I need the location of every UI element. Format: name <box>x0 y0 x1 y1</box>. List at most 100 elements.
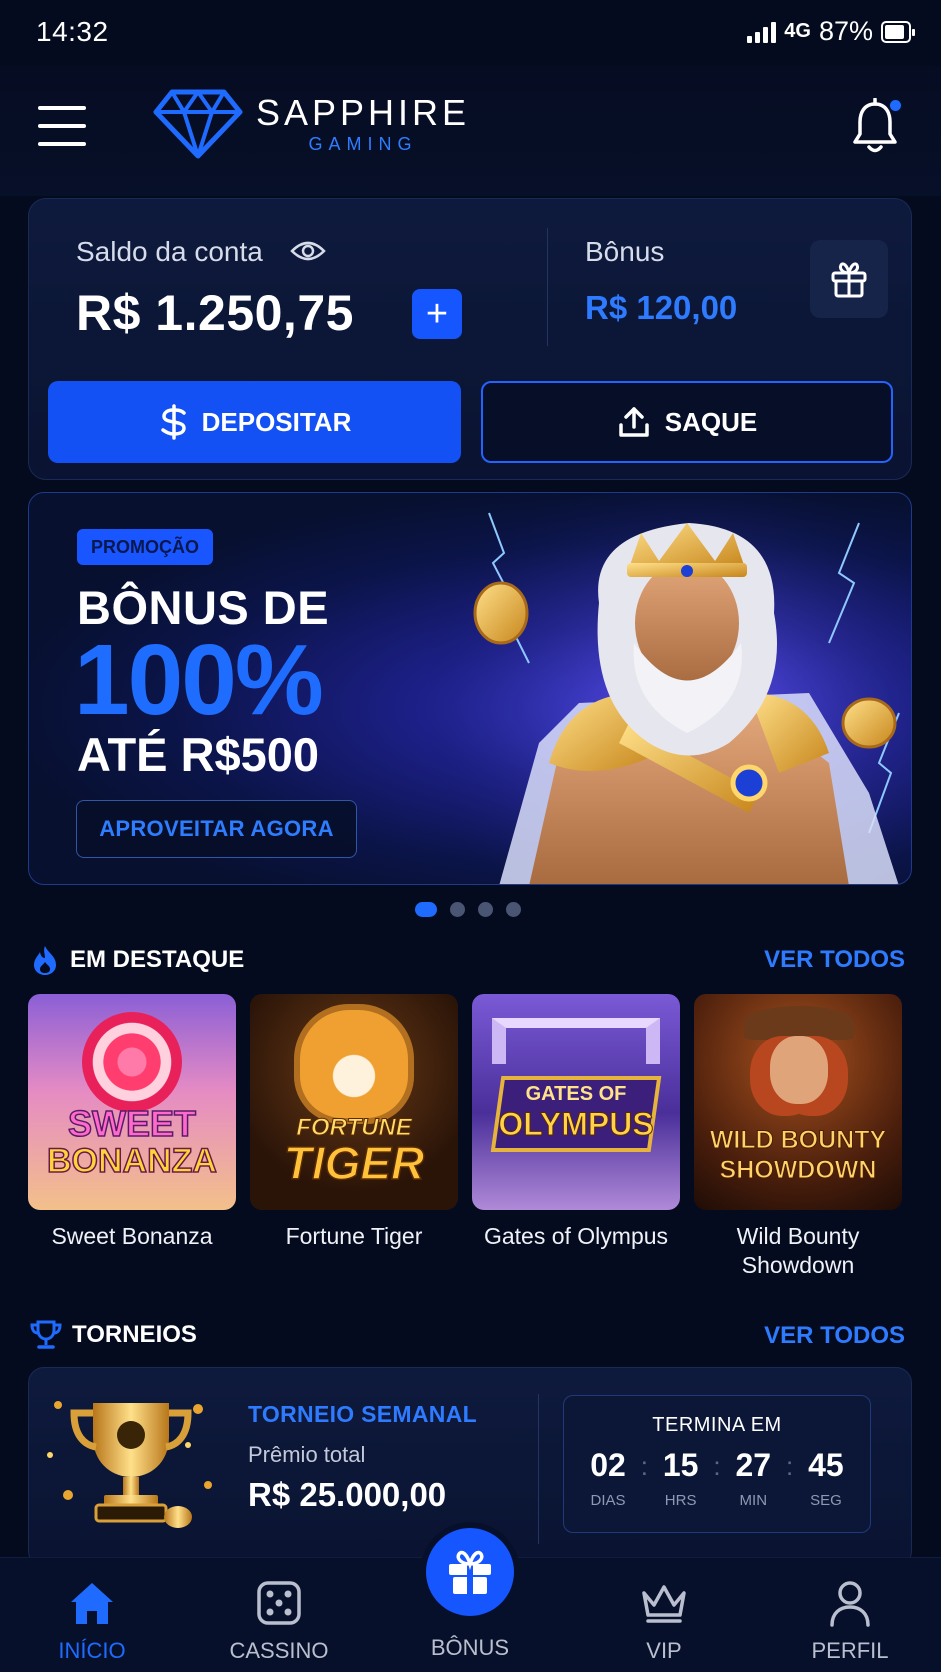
menu-icon[interactable] <box>38 106 86 146</box>
tiger-graphic <box>294 1004 414 1124</box>
tournaments-see-all-link[interactable]: VER TODOS <box>764 1322 905 1350</box>
trophy-illustration <box>47 1401 212 1528</box>
countdown-value: 15 <box>662 1447 699 1483</box>
app-header <box>0 66 941 196</box>
game-name: Fortune Tiger <box>285 1223 423 1249</box>
deposit-button[interactable]: DEPOSITAR <box>48 381 461 463</box>
nav-vip[interactable]: VIP <box>594 1578 734 1664</box>
balance-label: Saldo da conta <box>76 236 263 267</box>
game-card-wild-bounty-showdown[interactable]: WILD BOUNTY SHOWDOWN Wild Bounty Showdow… <box>694 994 902 1280</box>
countdown-hours: 15 HRS <box>653 1447 709 1509</box>
tournament-name: TORNEIO SEMANAL <box>248 1401 477 1427</box>
countdown-value: 02 <box>590 1447 626 1483</box>
game-thumbnail: SWEET BONANZA <box>28 994 236 1210</box>
countdown-days: 02 DIAS <box>580 1447 636 1509</box>
balance-value: R$ 1.250,75 <box>76 285 354 341</box>
countdown-title: TERMINA EM <box>652 1414 782 1436</box>
trophy-icon <box>30 1320 62 1349</box>
nav-profile[interactable]: PERFIL <box>780 1578 920 1664</box>
temple-graphic <box>492 1018 660 1064</box>
featured-title: EM DESTAQUE <box>70 946 245 973</box>
countdown-unit: SEG <box>810 1492 842 1509</box>
carousel-dot[interactable] <box>506 902 521 917</box>
game-name: Gates of Olympus <box>483 1223 669 1249</box>
thumb-title: SWEET <box>67 1103 197 1144</box>
brand-name: SAPPHIRE <box>256 92 471 133</box>
featured-header: EM DESTAQUE <box>30 944 244 976</box>
balance-divider <box>547 228 548 346</box>
carousel-dot[interactable] <box>415 902 437 917</box>
home-icon <box>71 1583 113 1624</box>
game-name: Sweet Bonanza <box>51 1223 213 1249</box>
promo-tag: PROMOÇÃO <box>77 529 213 565</box>
brand-subtitle: GAMING <box>308 134 418 154</box>
crown-icon <box>642 1585 686 1623</box>
bonus-label: Bônus <box>585 236 665 267</box>
diamond-icon <box>153 89 243 159</box>
game-thumbnail: GATES OF OLYMPUS <box>472 994 680 1210</box>
nav-home[interactable]: INÍCIO <box>22 1578 162 1664</box>
game-card-gates-of-olympus[interactable]: GATES OF OLYMPUS Gates of Olympus <box>472 994 680 1251</box>
featured-see-all-link[interactable]: VER TODOS <box>764 946 905 974</box>
thumb-title: SHOWDOWN <box>719 1156 877 1184</box>
carousel-dot[interactable] <box>450 902 465 917</box>
countdown-timer: 02 DIAS : 15 HRS : 27 MIN : 45 SEG <box>580 1447 854 1509</box>
tournament-prize-label: Prêmio total <box>248 1442 366 1467</box>
zeus-illustration <box>429 493 911 884</box>
add-funds-button[interactable]: + <box>412 289 462 339</box>
game-thumbnail: WILD BOUNTY SHOWDOWN <box>694 994 902 1210</box>
bonus-fab-button[interactable] <box>420 1522 520 1622</box>
gift-icon <box>831 262 867 298</box>
game-card-sweet-bonanza[interactable]: SWEET BONANZA Sweet Bonanza <box>28 994 236 1251</box>
cowgirl-graphic <box>770 1036 828 1104</box>
carousel-dots <box>415 902 521 917</box>
network-type: 4G <box>784 20 811 42</box>
carousel-dot[interactable] <box>478 902 493 917</box>
thumb-title: BONANZA <box>46 1142 217 1180</box>
thumb-title: OLYMPUS <box>498 1106 654 1142</box>
thumb-title: GATES OF <box>525 1083 627 1105</box>
brand-logo[interactable]: SAPPHIRE GAMING <box>152 88 470 160</box>
nav-casino[interactable]: CASSINO <box>209 1578 349 1664</box>
countdown-unit: DIAS <box>590 1492 626 1509</box>
upload-icon <box>619 407 649 437</box>
countdown-separator: : <box>713 1451 721 1481</box>
countdown-unit: HRS <box>664 1492 697 1509</box>
tournaments-header: TORNEIOS <box>30 1320 197 1350</box>
gift-button[interactable] <box>810 240 888 318</box>
tournaments-title: TORNEIOS <box>72 1321 197 1348</box>
status-time: 14:32 <box>36 16 109 47</box>
nav-vip-label: VIP <box>646 1638 682 1663</box>
promo-headline-3: ATÉ R$500 <box>77 728 320 781</box>
thumb-title: TIGER <box>283 1137 425 1189</box>
lollipop-graphic <box>82 1012 182 1112</box>
countdown-minutes: 27 MIN <box>725 1447 781 1509</box>
dollar-icon <box>160 404 186 440</box>
withdraw-label: SAQUE <box>664 406 758 437</box>
countdown-value: 27 <box>735 1447 772 1483</box>
hat-graphic <box>744 1006 854 1040</box>
bonus-value: R$ 120,00 <box>585 289 738 326</box>
countdown-separator: : <box>640 1451 648 1481</box>
tournament-prize: R$ 25.000,00 <box>248 1476 447 1513</box>
battery-icon <box>881 20 915 43</box>
promo-cta-button[interactable]: APROVEITAR AGORA <box>76 800 357 858</box>
withdraw-button[interactable]: SAQUE <box>481 381 893 463</box>
tournament-divider <box>538 1394 539 1544</box>
user-icon <box>830 1581 870 1627</box>
thumb-title: WILD BOUNTY <box>709 1126 887 1154</box>
deposit-label: DEPOSITAR <box>201 406 352 437</box>
promo-headline-percent: 100% <box>74 624 324 736</box>
game-card-fortune-tiger[interactable]: FORTUNE TIGER Fortune Tiger <box>250 994 458 1251</box>
status-indicators: 4G 87% <box>747 16 915 47</box>
flame-icon <box>34 946 56 975</box>
battery-percent: 87% <box>818 16 873 46</box>
game-name: Wild Bounty Showdown <box>736 1223 860 1278</box>
nav-casino-label: CASSINO <box>229 1638 329 1663</box>
game-thumbnail: FORTUNE TIGER <box>250 994 458 1210</box>
nav-home-label: INÍCIO <box>58 1638 126 1663</box>
eye-icon[interactable] <box>290 238 326 264</box>
gift-icon <box>449 1550 491 1594</box>
countdown-unit: MIN <box>739 1492 768 1509</box>
nav-bonus-label[interactable]: BÔNUS <box>400 1635 540 1661</box>
